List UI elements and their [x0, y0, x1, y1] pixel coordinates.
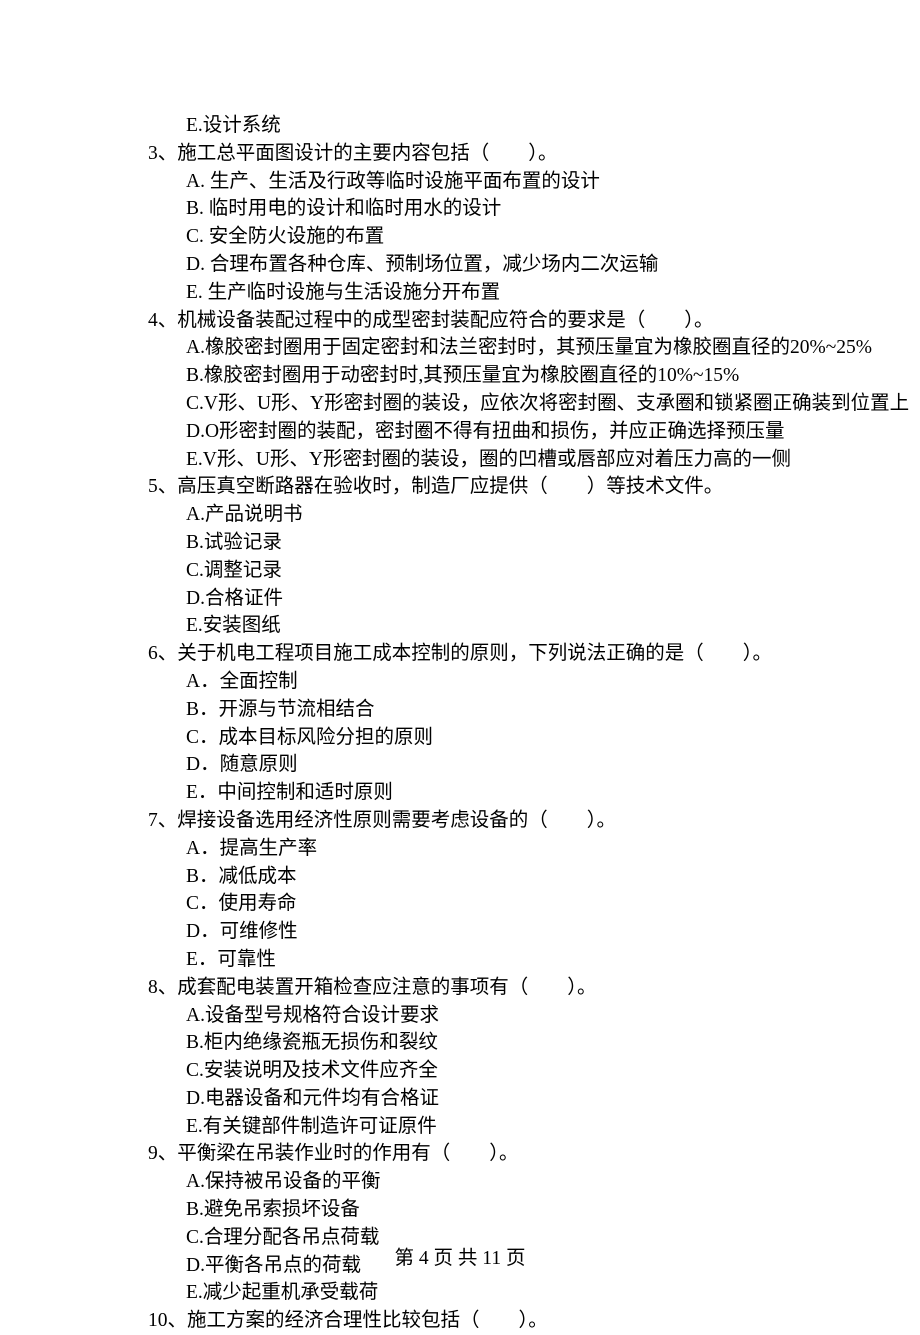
- text-line: A．提高生产率: [148, 835, 800, 863]
- text-line: B. 临时用电的设计和临时用水的设计: [148, 195, 800, 223]
- text-line: B.橡胶密封圈用于动密封时,其预压量宜为橡胶圈直径的10%~15%: [148, 362, 800, 390]
- text-line: E.减少起重机承受载荷: [148, 1279, 800, 1307]
- text-line: B.试验记录: [148, 529, 800, 557]
- text-line: C.V形、U形、Y形密封圈的装设，应依次将密封圈、支承圈和锁紧圈正确装到位置上: [148, 390, 800, 418]
- text-line: D.电器设备和元件均有合格证: [148, 1085, 800, 1113]
- text-line: B.柜内绝缘瓷瓶无损伤和裂纹: [148, 1029, 800, 1057]
- text-line: E.V形、U形、Y形密封圈的装设，圈的凹槽或唇部应对着压力高的一侧: [148, 446, 800, 474]
- text-line: 8、成套配电装置开箱检查应注意的事项有（ ）。: [148, 974, 800, 1002]
- text-line: E．中间控制和适时原则: [148, 779, 800, 807]
- text-line: E.安装图纸: [148, 612, 800, 640]
- text-line: C.安装说明及技术文件应齐全: [148, 1057, 800, 1085]
- text-line: A.保持被吊设备的平衡: [148, 1168, 800, 1196]
- text-line: A.产品说明书: [148, 501, 800, 529]
- text-line: B．开源与节流相结合: [148, 696, 800, 724]
- text-line: E．可靠性: [148, 946, 800, 974]
- text-line: 5、高压真空断路器在验收时，制造厂应提供（ ）等技术文件。: [148, 473, 800, 501]
- text-line: C.调整记录: [148, 557, 800, 585]
- text-line: A. 生产、生活及行政等临时设施平面布置的设计: [148, 168, 800, 196]
- text-line: E.有关键部件制造许可证原件: [148, 1113, 800, 1141]
- content-body: E.设计系统3、施工总平面图设计的主要内容包括（ ）。A. 生产、生活及行政等临…: [148, 112, 800, 1335]
- text-line: B．减低成本: [148, 863, 800, 891]
- text-line: D.O形密封圈的装配，密封圈不得有扭曲和损伤，并应正确选择预压量: [148, 418, 800, 446]
- text-line: A.橡胶密封圈用于固定密封和法兰密封时，其预压量宜为橡胶圈直径的20%~25%: [148, 334, 800, 362]
- text-line: D. 合理布置各种仓库、预制场位置，减少场内二次运输: [148, 251, 800, 279]
- page-footer: 第 4 页 共 11 页: [0, 1241, 920, 1270]
- text-line: A．全面控制: [148, 668, 800, 696]
- text-line: D．可维修性: [148, 918, 800, 946]
- text-line: B.避免吊索损坏设备: [148, 1196, 800, 1224]
- text-line: C. 安全防火设施的布置: [148, 223, 800, 251]
- text-line: 4、机械设备装配过程中的成型密封装配应符合的要求是（ ）。: [148, 307, 800, 335]
- text-line: C．使用寿命: [148, 890, 800, 918]
- text-line: 10、施工方案的经济合理性比较包括（ ）。: [148, 1307, 800, 1335]
- text-line: A.设备型号规格符合设计要求: [148, 1002, 800, 1030]
- text-line: D.合格证件: [148, 585, 800, 613]
- text-line: E. 生产临时设施与生活设施分开布置: [148, 279, 800, 307]
- text-line: 9、平衡梁在吊装作业时的作用有（ ）。: [148, 1140, 800, 1168]
- text-line: 3、施工总平面图设计的主要内容包括（ ）。: [148, 140, 800, 168]
- text-line: 7、焊接设备选用经济性原则需要考虑设备的（ ）。: [148, 807, 800, 835]
- text-line: 6、关于机电工程项目施工成本控制的原则，下列说法正确的是（ ）。: [148, 640, 800, 668]
- text-line: E.设计系统: [148, 112, 800, 140]
- document-page: E.设计系统3、施工总平面图设计的主要内容包括（ ）。A. 生产、生活及行政等临…: [0, 0, 920, 1302]
- text-line: C．成本目标风险分担的原则: [148, 724, 800, 752]
- text-line: D．随意原则: [148, 751, 800, 779]
